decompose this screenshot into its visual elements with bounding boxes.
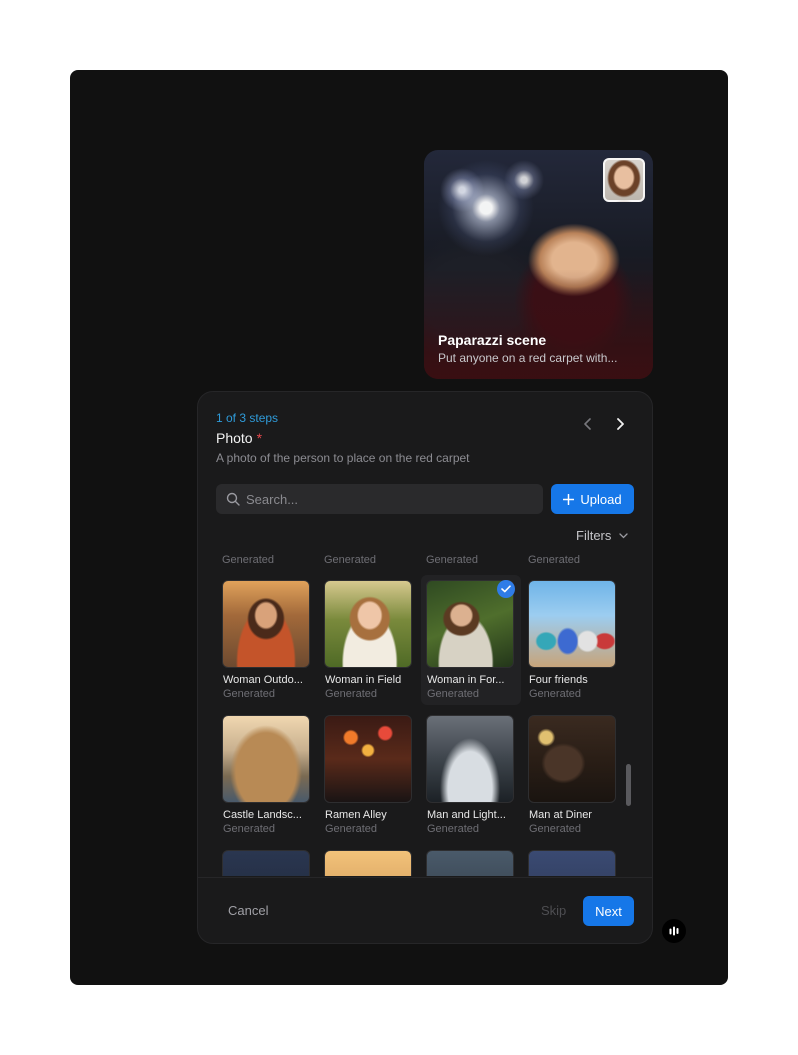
- check-icon: [501, 585, 511, 593]
- tile-thumbnail[interactable]: [222, 850, 310, 876]
- upload-label: Upload: [580, 491, 622, 507]
- tile-name: Woman in For...: [427, 674, 505, 686]
- tile-type: Generated: [325, 823, 377, 835]
- tile-type: Generated: [529, 688, 581, 700]
- tile-name: Ramen Alley: [325, 809, 387, 821]
- tile-name: Woman in Field: [325, 674, 402, 686]
- tile-thumbnail: [528, 715, 616, 803]
- step-panel: 1 of 3 steps Photo * A photo of the perso…: [197, 391, 653, 944]
- required-marker: *: [256, 430, 263, 446]
- plus-icon: [563, 493, 575, 505]
- upload-button[interactable]: Upload: [551, 484, 634, 514]
- tile-thumbnail: [222, 715, 310, 803]
- app-frame: Paparazzi scene Put anyone on a red carp…: [70, 70, 728, 985]
- cancel-button[interactable]: Cancel: [228, 903, 268, 918]
- tile-thumbnail: [222, 580, 310, 668]
- tile-type: Generated: [325, 688, 377, 700]
- column-header: Generated: [426, 554, 478, 566]
- preview-title: Paparazzi scene: [438, 332, 547, 348]
- column-header: Generated: [222, 554, 274, 566]
- assistant-icon: [669, 926, 679, 936]
- tile-thumbnail[interactable]: [426, 850, 514, 876]
- search-input[interactable]: [246, 484, 536, 514]
- tile-thumbnail[interactable]: [324, 850, 412, 876]
- image-grid[interactable]: Generated Generated Generated Generated …: [198, 554, 652, 876]
- tile-type: Generated: [223, 688, 275, 700]
- tile-name: Four friends: [529, 674, 588, 686]
- step-indicator: 1 of 3 steps: [216, 411, 279, 425]
- tile-thumbnail: [324, 715, 412, 803]
- tile-thumbnail[interactable]: [528, 850, 616, 876]
- filters-label: Filters: [576, 528, 612, 543]
- tile-name: Woman Outdo...: [223, 674, 303, 686]
- column-header: Generated: [324, 554, 376, 566]
- tile-type: Generated: [223, 823, 275, 835]
- next-step-arrow-button[interactable]: [610, 414, 630, 434]
- assistant-button[interactable]: [662, 919, 686, 943]
- field-title-text: Photo: [216, 430, 253, 446]
- preview-description: Put anyone on a red carpet with...: [438, 351, 618, 365]
- tile-type: Generated: [529, 823, 581, 835]
- previous-step-button[interactable]: [578, 414, 598, 434]
- chevron-down-icon: [619, 532, 629, 538]
- tile-thumbnail: [426, 715, 514, 803]
- tile-name: Castle Landsc...: [223, 809, 302, 821]
- panel-footer: Cancel Skip Next: [198, 877, 652, 943]
- column-header: Generated: [528, 554, 580, 566]
- tile-thumbnail: [324, 580, 412, 668]
- tile-thumbnail: [528, 580, 616, 668]
- field-description: A photo of the person to place on the re…: [216, 451, 470, 465]
- preview-avatar: [603, 158, 645, 202]
- chevron-right-icon: [617, 418, 624, 430]
- skip-button[interactable]: Skip: [541, 903, 566, 918]
- tile-name: Man at Diner: [529, 809, 592, 821]
- field-title: Photo *: [216, 430, 262, 446]
- selected-check-badge: [497, 580, 515, 598]
- tile-type: Generated: [427, 823, 479, 835]
- filters-dropdown[interactable]: Filters: [576, 528, 629, 543]
- search-icon: [226, 492, 240, 506]
- grid-scrollbar[interactable]: [626, 764, 631, 806]
- chevron-left-icon: [584, 418, 591, 430]
- search-box[interactable]: [216, 484, 543, 514]
- preview-card: Paparazzi scene Put anyone on a red carp…: [424, 150, 653, 379]
- tile-type: Generated: [427, 688, 479, 700]
- tile-name: Man and Light...: [427, 809, 506, 821]
- next-button[interactable]: Next: [583, 896, 634, 926]
